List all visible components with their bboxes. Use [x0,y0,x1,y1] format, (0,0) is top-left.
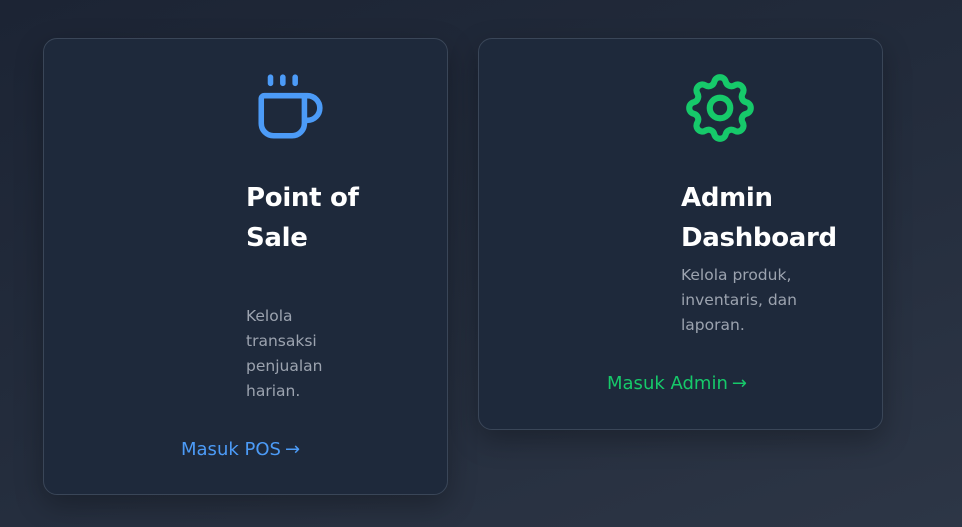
arrow-right-icon: → [731,373,747,394]
pos-card: Point of Sale Kelola transaksi penjualan… [43,38,448,495]
masuk-admin-label: Masuk Admin [607,373,728,394]
pos-description: Kelola transaksi penjualan harian. [246,307,323,400]
masuk-admin-link[interactable]: Masuk Admin → [607,373,747,395]
gear-icon [686,74,754,142]
masuk-pos-label: Masuk POS [181,439,281,460]
pos-title: Point of Sale [246,183,359,253]
admin-description: Kelola produk, inventaris, dan laporan. [681,266,798,334]
masuk-pos-link[interactable]: Masuk POS → [181,439,300,461]
admin-card: Admin Dashboard Kelola produk, inventari… [478,38,883,430]
coffee-cup-icon [258,74,323,139]
arrow-right-icon: → [284,439,301,460]
admin-title: Admin Dashboard [681,183,837,253]
